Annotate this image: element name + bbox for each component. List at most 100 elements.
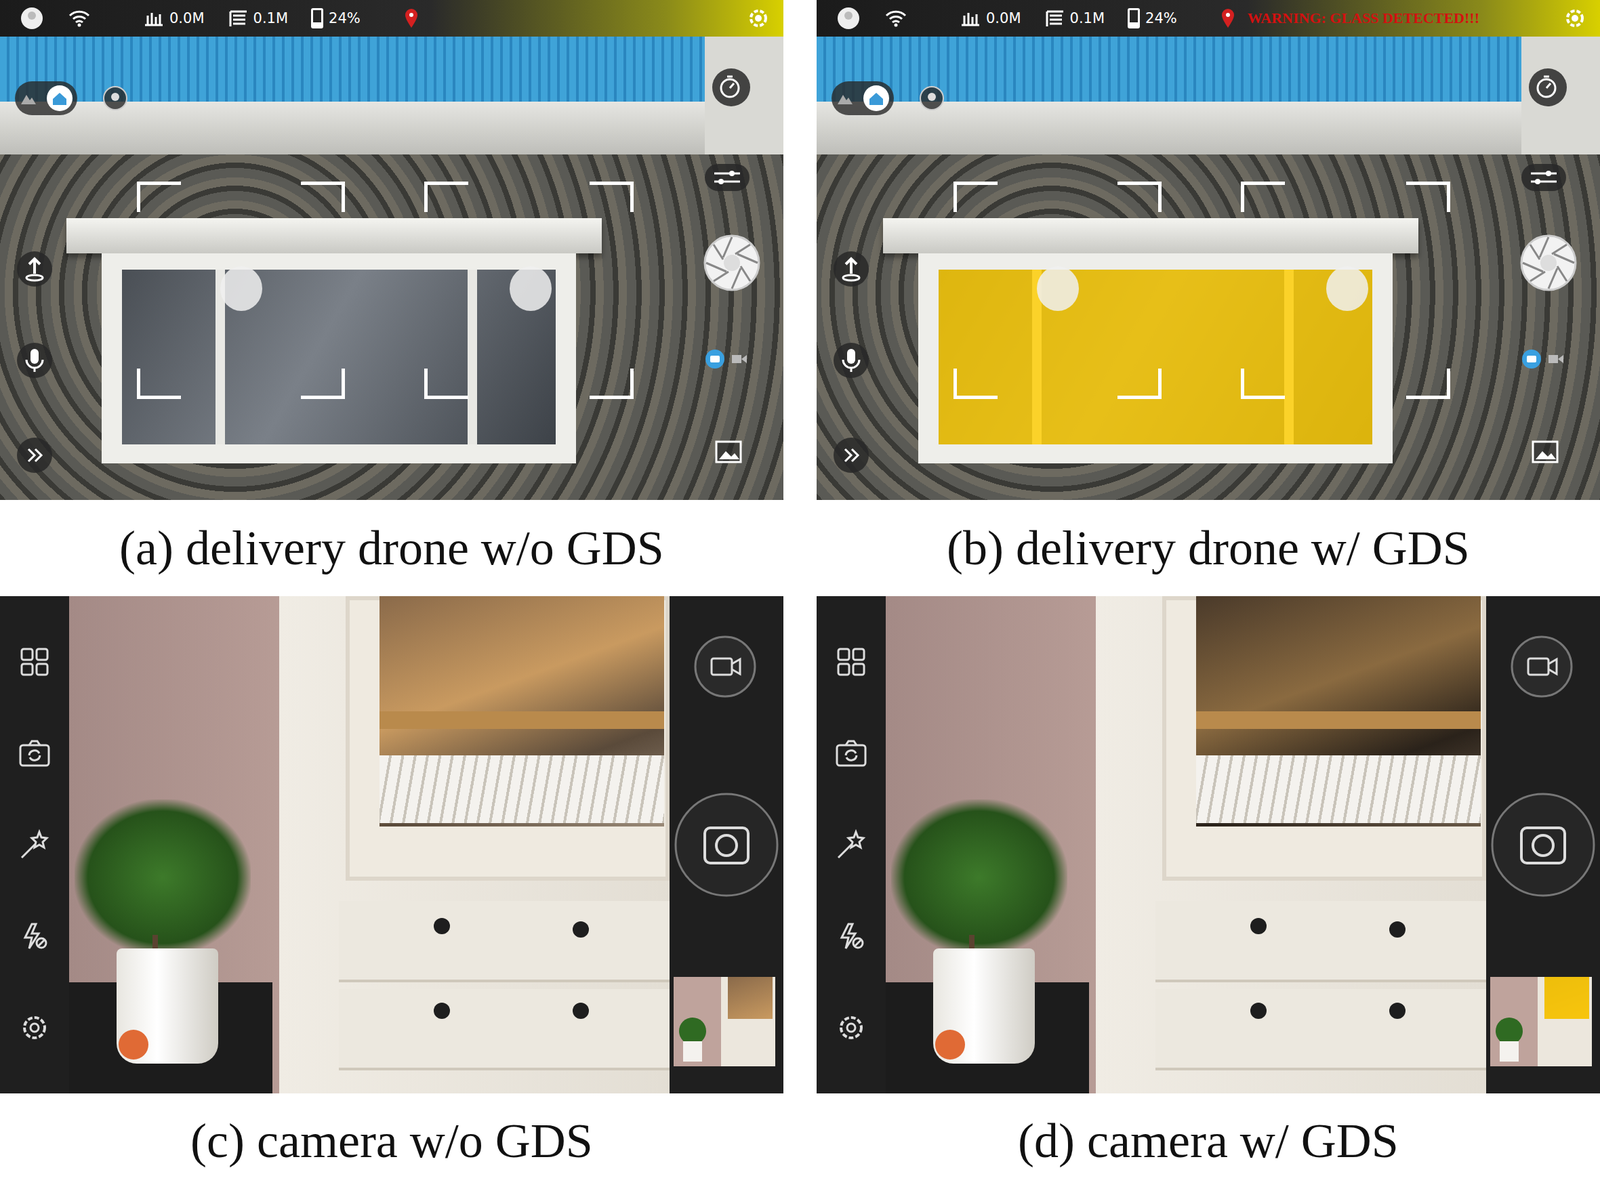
home-icon	[862, 84, 890, 112]
location-pin-icon	[1220, 8, 1236, 29]
map-mode-toggle[interactable]	[14, 81, 78, 116]
focus-corner	[300, 181, 345, 213]
figure-caption: (c) camera w/o GDS	[0, 1093, 784, 1189]
waypoint-icon[interactable]	[918, 84, 946, 112]
glass-warning: WARNING: GLASS DETECTED!!!	[1247, 9, 1480, 28]
figure-caption: (a) delivery drone w/o GDS	[0, 500, 784, 597]
last-photo-thumbnail[interactable]	[1490, 977, 1592, 1067]
thumb-pot	[683, 1041, 703, 1062]
battery-fill	[313, 22, 322, 27]
timer-off-icon[interactable]	[1528, 67, 1568, 108]
battery-icon	[311, 8, 324, 29]
shelf	[1196, 711, 1481, 730]
glass-highlight	[938, 269, 1373, 445]
focus-corner	[589, 368, 634, 400]
thumb-plant	[1495, 1017, 1523, 1045]
video-record-icon[interactable]	[693, 635, 757, 699]
shelf	[379, 711, 665, 730]
switch-camera-icon[interactable]	[834, 738, 868, 769]
left-toolbar	[0, 596, 70, 1094]
takeoff-icon[interactable]	[16, 250, 53, 288]
window-glass	[121, 269, 556, 445]
sensor-dot	[220, 266, 263, 312]
video-mode-icon[interactable]	[1548, 353, 1564, 365]
grid-menu-icon[interactable]	[19, 647, 50, 678]
settings-gear-icon[interactable]	[19, 1013, 50, 1043]
settings-gear-icon[interactable]	[836, 1013, 867, 1043]
last-photo-thumbnail[interactable]	[673, 977, 776, 1067]
shutter-icon[interactable]	[1519, 233, 1578, 293]
settings-gear-icon[interactable]	[1563, 6, 1587, 30]
home-icon	[46, 84, 74, 112]
flash-off-icon[interactable]	[19, 921, 50, 952]
window-ledge	[66, 218, 602, 254]
knob	[1389, 921, 1406, 938]
timer-off-icon[interactable]	[711, 67, 751, 108]
battery-text: 24%	[1145, 10, 1178, 27]
expand-icon[interactable]	[832, 437, 870, 474]
takeoff-icon[interactable]	[832, 250, 870, 288]
pot-tag	[118, 1030, 149, 1060]
knob	[572, 921, 589, 938]
height-reading: 0.1M	[1044, 8, 1106, 28]
thumb-glass	[727, 977, 773, 1020]
video-mode-icon[interactable]	[731, 353, 747, 365]
microphone-icon[interactable]	[832, 342, 870, 379]
photo-mode-icon[interactable]	[1521, 349, 1542, 370]
drawer	[338, 989, 670, 1071]
grid-menu-icon[interactable]	[836, 647, 867, 678]
thumb-pot	[1499, 1041, 1519, 1062]
status-bar: 0.0M 0.1M 24% WARNING: GLASS DETECTED!!!	[816, 0, 1600, 37]
camera-screenshot	[0, 596, 784, 1094]
avatar-icon[interactable]	[836, 6, 860, 30]
wifi-icon	[884, 8, 908, 28]
shutter-icon[interactable]	[702, 233, 762, 293]
plant-foliage	[74, 799, 251, 956]
shutter-button-icon[interactable]	[1490, 792, 1596, 898]
distance-icon	[960, 8, 981, 28]
focus-corner	[136, 368, 181, 400]
gallery-icon[interactable]	[1531, 440, 1559, 464]
distance-icon	[143, 8, 164, 28]
knob	[433, 918, 450, 935]
photo-mode-icon[interactable]	[704, 349, 726, 370]
figure-caption: (b) delivery drone w/ GDS	[816, 500, 1600, 597]
height-text: 0.1M	[253, 10, 289, 27]
wifi-icon	[67, 8, 91, 28]
basket	[379, 755, 665, 824]
focus-corner	[136, 181, 181, 213]
focus-corner	[1117, 181, 1162, 213]
gallery-icon[interactable]	[714, 440, 743, 464]
distance-reading: 0.0M	[143, 8, 205, 28]
focus-corner	[1240, 181, 1285, 213]
settings-gear-icon[interactable]	[746, 6, 770, 30]
flash-off-icon[interactable]	[836, 921, 867, 952]
video-record-icon[interactable]	[1510, 635, 1573, 699]
right-toolbar	[1486, 596, 1600, 1094]
distance-reading: 0.0M	[960, 8, 1022, 28]
adjust-sliders-icon[interactable]	[704, 163, 750, 192]
knob	[1250, 918, 1267, 935]
map-mode-toggle[interactable]	[831, 81, 894, 116]
camera-screenshot	[816, 596, 1600, 1094]
magic-wand-icon[interactable]	[835, 829, 867, 861]
microphone-icon[interactable]	[16, 342, 53, 379]
thumb-plant	[679, 1017, 707, 1045]
adjust-sliders-icon[interactable]	[1521, 163, 1567, 192]
switch-camera-icon[interactable]	[18, 738, 51, 769]
map-icon	[836, 90, 854, 106]
avatar-icon[interactable]	[20, 6, 44, 30]
plant-foliage	[891, 799, 1068, 956]
figure-caption: (d) camera w/ GDS	[816, 1093, 1600, 1189]
focus-corner	[424, 181, 469, 213]
focus-corner	[424, 368, 469, 400]
magic-wand-icon[interactable]	[18, 829, 51, 861]
distance-text: 0.0M	[169, 10, 205, 27]
thumb-glass-highlight	[1544, 977, 1590, 1020]
expand-icon[interactable]	[16, 437, 53, 474]
focus-corner	[953, 368, 998, 400]
waypoint-icon[interactable]	[101, 84, 129, 112]
shutter-button-icon[interactable]	[674, 792, 779, 898]
window-mullion	[467, 269, 478, 445]
drawer	[338, 901, 670, 983]
